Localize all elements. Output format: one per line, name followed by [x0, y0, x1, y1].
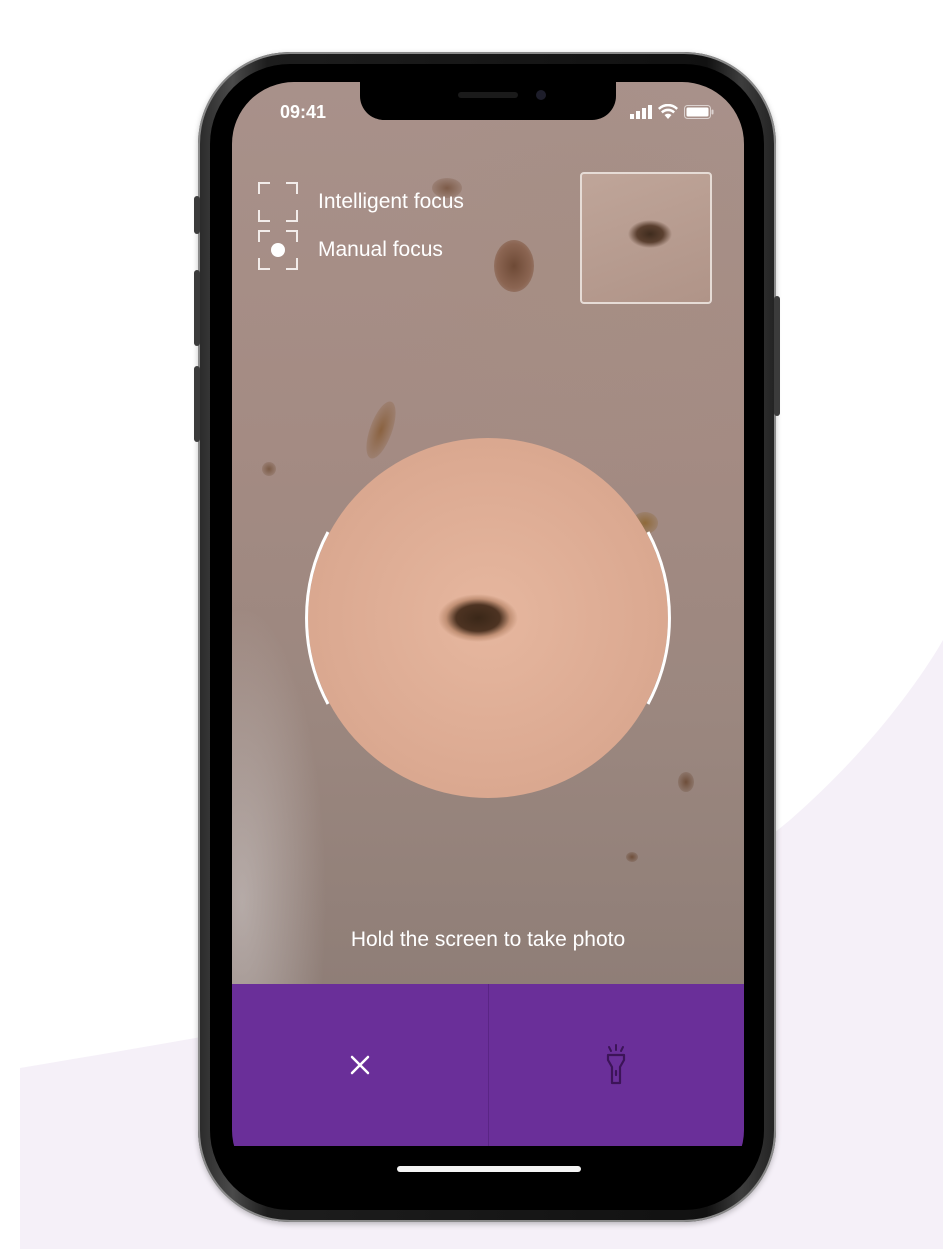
close-icon: [350, 1055, 369, 1075]
cellular-signal-icon: [630, 105, 652, 119]
notch: [360, 82, 616, 120]
intelligent-focus-option[interactable]: Intelligent focus: [258, 182, 464, 222]
phone-screen: 09:41 Intelligent focus Manual focus Hol…: [232, 82, 744, 1192]
wifi-icon: [658, 104, 678, 119]
home-area: [232, 1146, 744, 1192]
skin-spot: [626, 852, 638, 862]
skin-spot: [494, 240, 534, 292]
volume-down-button: [194, 366, 200, 442]
battery-icon: [684, 105, 714, 119]
power-button: [774, 296, 780, 416]
camera-viewfinder[interactable]: 09:41 Intelligent focus Manual focus Hol…: [232, 82, 744, 984]
volume-up-button: [194, 270, 200, 346]
manual-focus-option[interactable]: Manual focus: [258, 230, 443, 270]
front-camera: [536, 90, 546, 100]
manual-focus-icon: [258, 230, 298, 270]
mute-switch: [194, 196, 200, 234]
intelligent-focus-icon: [258, 182, 298, 222]
intelligent-focus-label: Intelligent focus: [318, 190, 464, 213]
speaker-grille: [458, 92, 518, 98]
skin-spot: [262, 462, 276, 476]
focus-ring-arcs: [305, 531, 671, 705]
camera-action-bar: [232, 984, 744, 1146]
preview-thumbnail[interactable]: [580, 172, 712, 304]
close-button[interactable]: [232, 984, 488, 1146]
status-time: 09:41: [280, 102, 327, 122]
flashlight-button[interactable]: [487, 984, 745, 1146]
focus-magnifier[interactable]: [304, 434, 672, 802]
status-icons: [630, 104, 714, 119]
flashlight-icon: [607, 1044, 626, 1085]
skin-spot: [678, 772, 694, 792]
manual-focus-label: Manual focus: [318, 238, 443, 261]
capture-hint: Hold the screen to take photo: [350, 928, 626, 951]
home-indicator[interactable]: [397, 1166, 581, 1172]
